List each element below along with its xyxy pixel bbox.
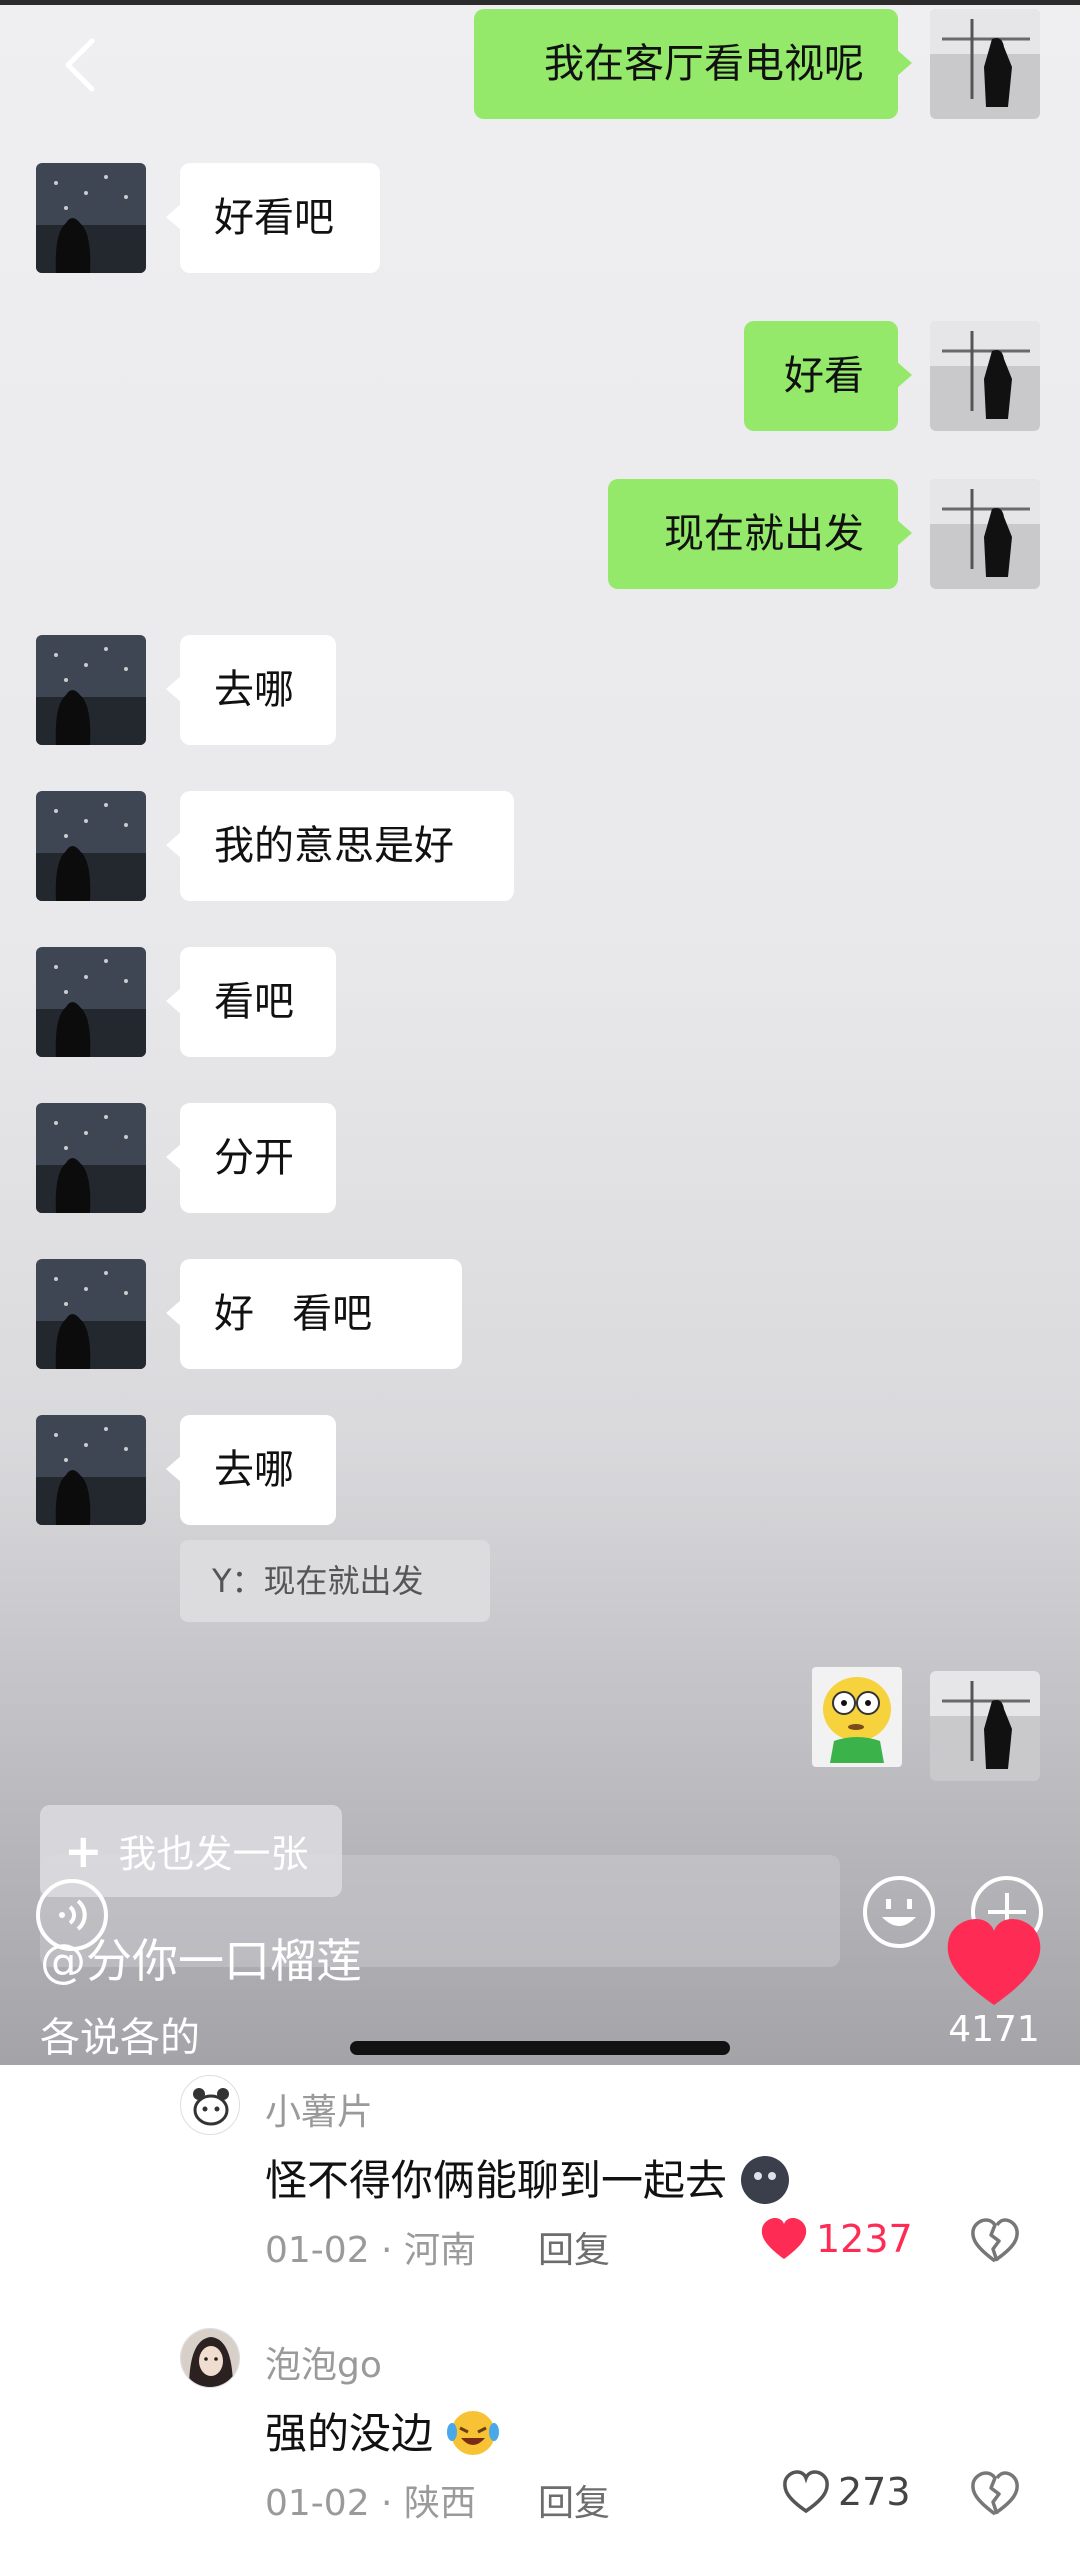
comment-date: 01-02	[265, 2230, 370, 2271]
avatar-self	[930, 479, 1040, 589]
like-heart-icon[interactable]	[944, 1917, 1044, 2009]
comment-meta: 01-02 · 陕西	[265, 2483, 476, 2524]
avatar-contact	[36, 947, 146, 1057]
sticker-emoji-icon	[812, 1667, 902, 1767]
post-also-label: 我也发一张	[118, 1832, 309, 1876]
comment-location: 陕西	[403, 2483, 476, 2524]
comment-text: 强的没边	[265, 2400, 500, 2461]
avatar-contact	[36, 1415, 146, 1525]
back-arrow-icon[interactable]	[58, 35, 102, 95]
avatar-self	[930, 1671, 1040, 1781]
comment-like-count: 273	[838, 2470, 911, 2514]
avatar-contact	[36, 791, 146, 901]
avatar-contact	[36, 635, 146, 745]
reply-button[interactable]: 回复	[538, 2221, 610, 2273]
heart-outline-icon	[783, 2470, 829, 2514]
home-indicator	[350, 2041, 730, 2055]
message-bubble-sent: 我在客厅看电视呢	[474, 9, 912, 119]
commenter-name[interactable]: 小薯片	[265, 2083, 373, 2135]
dislike-broken-heart-icon[interactable]	[970, 2470, 1020, 2518]
comment-location: 河南	[403, 2230, 476, 2271]
comment-text: 怪不得你俩能聊到一起去	[265, 2147, 790, 2208]
commenter-name[interactable]: 泡泡go	[265, 2336, 382, 2388]
avatar-self	[930, 321, 1040, 431]
comment-date: 01-02	[265, 2483, 370, 2524]
message-bubble-received: 我的意思是好	[166, 791, 514, 901]
avatar-contact	[36, 163, 146, 273]
message-bubble-received: 好 看吧	[166, 1259, 462, 1369]
message-bubble-sent: 好看	[744, 321, 912, 431]
dislike-broken-heart-icon[interactable]	[970, 2217, 1020, 2265]
message-bubble-received: 去哪	[166, 635, 336, 745]
comment-like-button[interactable]: 273	[782, 2470, 911, 2514]
avatar-contact	[36, 1259, 146, 1369]
comment-meta: 01-02 · 河南	[265, 2230, 476, 2271]
emoji-face-icon	[741, 2156, 790, 2204]
post-caption: 各说各的	[40, 2015, 200, 2061]
comment-like-count: 1237	[816, 2217, 913, 2261]
comment-like-button[interactable]: 1237	[760, 2217, 913, 2261]
message-bubble-received: 分开	[166, 1103, 336, 1213]
message-bubble-received: 看吧	[166, 947, 336, 1057]
comment-item: 泡泡go 强的没边 01-02 · 陕西 回复 273	[0, 2328, 1080, 2555]
commenter-avatar[interactable]	[180, 2075, 240, 2135]
chat-screenshot: 我在客厅看电视呢 好看吧 好看 现在就出发 去哪 我的意思是好 看吧 分开 好 …	[0, 0, 1080, 2065]
emoji-icon[interactable]	[860, 1873, 938, 1951]
heart-filled-icon	[761, 2218, 807, 2259]
message-bubble-received: 好看吧	[166, 163, 380, 273]
avatar-self	[930, 9, 1040, 119]
message-bubble-received: 去哪	[166, 1415, 336, 1525]
quoted-message: Y：现在就出发	[180, 1540, 490, 1622]
avatar-contact	[36, 1103, 146, 1213]
like-count: 4171	[948, 2009, 1040, 2050]
laughing-tears-emoji-icon	[447, 2411, 500, 2455]
comment-text-content: 强的没边	[265, 2409, 434, 2458]
commenter-avatar[interactable]	[180, 2328, 240, 2388]
reply-button[interactable]: 回复	[538, 2474, 610, 2526]
post-author[interactable]: @分你一口榴莲	[40, 1925, 362, 1991]
plus-icon: +	[64, 1824, 103, 1878]
comment-text-content: 怪不得你俩能聊到一起去	[265, 2156, 728, 2205]
message-bubble-sent: 现在就出发	[608, 479, 912, 589]
comment-item: 小薯片 怪不得你俩能聊到一起去 01-02 · 河南 回复 1237	[0, 2075, 1080, 2325]
